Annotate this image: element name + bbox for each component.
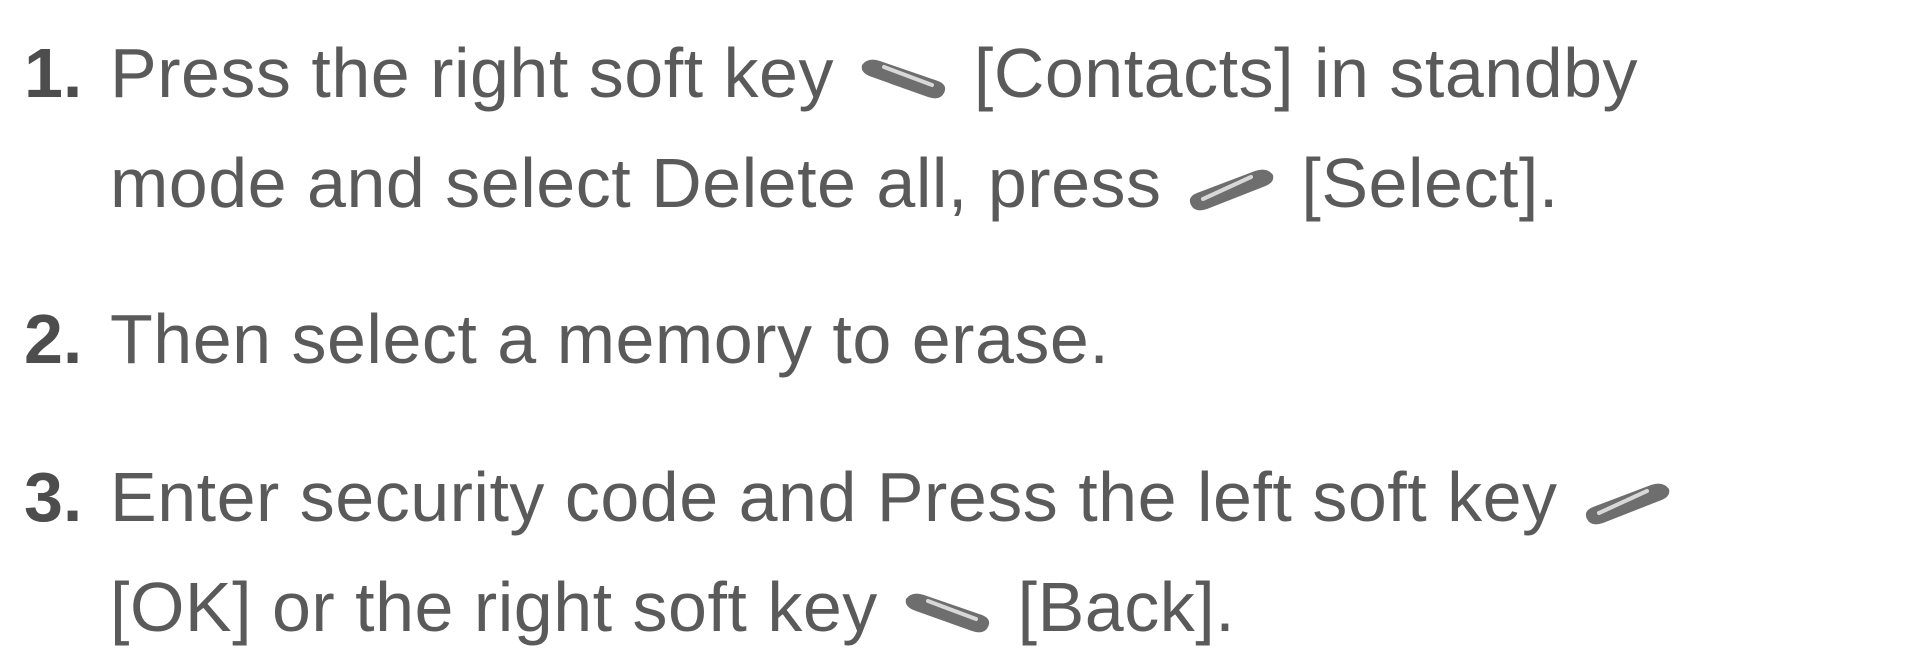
step-text: Press the right soft key [Contacts] in s… (110, 18, 1638, 238)
step-text-segment: Then select a memory to erase. (110, 300, 1110, 378)
right-soft-key-icon (898, 585, 998, 641)
step-text-segment: [Select]. (1301, 144, 1559, 222)
step-line: [OK] or the right soft key [Back]. (110, 552, 1677, 662)
step-text-segment: Enter security code and Press the left s… (110, 458, 1558, 536)
step-text-segment: [OK] or the right soft key (110, 568, 878, 646)
left-soft-key-icon (1181, 161, 1281, 217)
step-number: 3. (24, 458, 83, 536)
step-text: Then select a memory to erase. (110, 284, 1109, 394)
step-line: Enter security code and Press the left s… (110, 442, 1677, 552)
instruction-page: 1. Press the right soft key [Contacts] i… (0, 0, 1914, 647)
step-line: Then select a memory to erase. (110, 284, 1109, 394)
step-line: Press the right soft key [Contacts] in s… (110, 18, 1638, 128)
step-text-segment: [Back]. (1017, 568, 1236, 646)
step-number: 2. (24, 300, 83, 378)
step-text-segment: [Contacts] in standby (973, 34, 1639, 112)
step-text-segment: mode and select Delete all, press (110, 144, 1162, 222)
step-number: 1. (24, 34, 83, 112)
step-text: Enter security code and Press the left s… (110, 442, 1677, 662)
step-text-segment: Press the right soft key (110, 34, 834, 112)
left-soft-key-icon (1577, 475, 1677, 531)
step-line: mode and select Delete all, press [Selec… (110, 128, 1638, 238)
right-soft-key-icon (854, 51, 954, 107)
